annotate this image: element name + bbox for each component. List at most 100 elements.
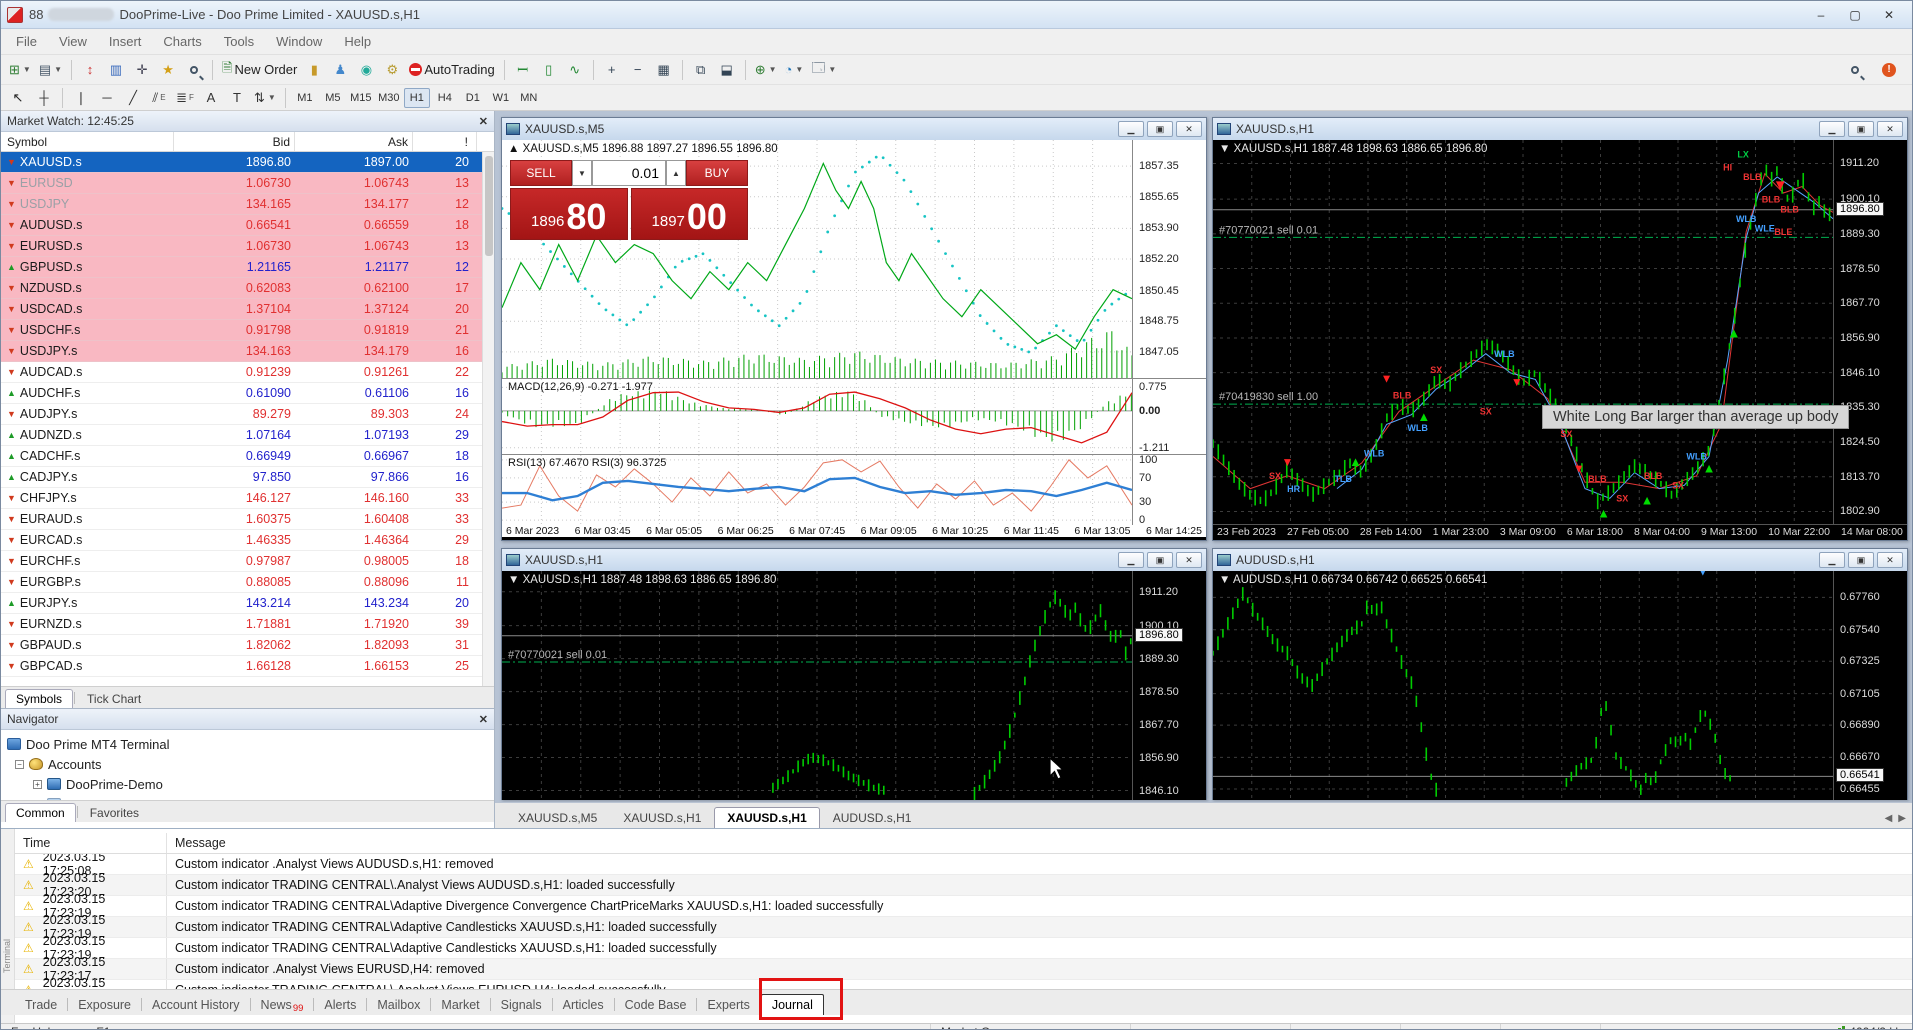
column-spread[interactable]: ! xyxy=(413,132,477,151)
market-watch-row-xauusd.s[interactable]: ▼XAUUSD.s1896.801897.0020 xyxy=(1,152,494,173)
experts-icon[interactable]: ⚙ xyxy=(380,59,404,81)
timeframe-h1[interactable]: H1 xyxy=(404,88,430,108)
market-book-icon[interactable]: ▮ xyxy=(302,59,326,81)
close-button[interactable]: ✕ xyxy=(1877,552,1903,568)
market-watch-row-audcad.s[interactable]: ▼AUDCAD.s0.912390.9126122 xyxy=(1,362,494,383)
market-watch-row-gbpaud.s[interactable]: ▼GBPAUD.s1.820621.8209331 xyxy=(1,635,494,656)
restore-button[interactable]: ▣ xyxy=(1848,552,1874,568)
market-watch-row-nzdusd.s[interactable]: ▼NZDUSD.s0.620830.6210017 xyxy=(1,278,494,299)
maximize-button[interactable]: ▢ xyxy=(1838,5,1872,25)
market-watch-row-usdjpy[interactable]: ▼USDJPY134.165134.17712 xyxy=(1,194,494,215)
market-watch-icon[interactable]: ↕ xyxy=(78,59,102,81)
chart-body[interactable]: #70770021 sell 0.011911.201900.101889.30… xyxy=(502,571,1206,800)
channel-icon[interactable]: ⫽E xyxy=(147,87,171,109)
horizontal-line-icon[interactable]: ─ xyxy=(95,87,119,109)
timeframe-m30[interactable]: M30 xyxy=(376,88,402,108)
close-button[interactable]: ✕ xyxy=(1176,121,1202,137)
menu-view[interactable]: View xyxy=(48,31,98,52)
text-icon[interactable]: A xyxy=(199,87,223,109)
minimize-button[interactable]: – xyxy=(1804,5,1838,25)
chart-tab-1[interactable]: XAUUSD.s,H1 xyxy=(610,807,714,828)
trendline-icon[interactable]: ╱ xyxy=(121,87,145,109)
terminal-tab-signals[interactable]: Signals xyxy=(491,995,552,1015)
market-watch-row-gbpusd.s[interactable]: ▲GBPUSD.s1.211651.2117712 xyxy=(1,257,494,278)
column-message[interactable]: Message xyxy=(167,836,1913,850)
tab-favorites[interactable]: Favorites xyxy=(79,803,150,822)
market-watch-row-eurgbp.s[interactable]: ▼EURGBP.s0.880850.8809611 xyxy=(1,572,494,593)
favorites-icon[interactable]: ★ xyxy=(156,59,180,81)
sell-price[interactable]: 189680 xyxy=(510,188,628,240)
profiles-icon[interactable]: ▤▼ xyxy=(36,59,65,81)
buy-button[interactable]: BUY xyxy=(686,160,748,186)
market-watch-row-usdchf.s[interactable]: ▼USDCHF.s0.917980.9181921 xyxy=(1,320,494,341)
terminal-tab-news[interactable]: News99 xyxy=(251,995,314,1015)
restore-button[interactable]: ▣ xyxy=(1147,552,1173,568)
indicators-icon[interactable]: ⊕▼ xyxy=(752,59,780,81)
scroll-right-icon[interactable]: ▶ xyxy=(1898,813,1906,824)
market-watch-row-audusd.s[interactable]: ▼AUDUSD.s0.665410.6655918 xyxy=(1,215,494,236)
lot-size-input[interactable]: 0.01 xyxy=(592,160,666,186)
market-watch-row-eurchf.s[interactable]: ▼EURCHF.s0.979870.9800518 xyxy=(1,551,494,572)
market-watch-scrollbar[interactable] xyxy=(482,152,494,686)
market-watch-row-audjpy.s[interactable]: ▼AUDJPY.s89.27989.30324 xyxy=(1,404,494,425)
candlestick-icon[interactable]: ▯ xyxy=(537,59,561,81)
column-symbol[interactable]: Symbol xyxy=(1,132,174,151)
close-button[interactable]: ✕ xyxy=(1872,5,1906,25)
tree-item-account-clipped[interactable]: + xyxy=(7,794,494,800)
close-icon[interactable]: ✕ xyxy=(479,713,488,726)
column-bid[interactable]: Bid xyxy=(174,132,295,151)
terminal-tab-code-base[interactable]: Code Base xyxy=(615,995,697,1015)
chart-window-audusd-s-h1[interactable]: AUDUSD.s,H1▁▣✕▼0.677600.675400.673250.67… xyxy=(1212,548,1908,800)
tree-item-account-demo[interactable]: + DooPrime-Demo xyxy=(7,774,494,794)
terminal-tab-market[interactable]: Market xyxy=(431,995,489,1015)
terminal-tab-alerts[interactable]: Alerts xyxy=(314,995,366,1015)
tab-common[interactable]: Common xyxy=(5,803,76,822)
market-watch-row-audnzd.s[interactable]: ▲AUDNZD.s1.071641.0719329 xyxy=(1,425,494,446)
tester-icon[interactable] xyxy=(182,59,206,81)
tab-tick-chart[interactable]: Tick Chart xyxy=(76,689,152,708)
minimize-button[interactable]: ▁ xyxy=(1819,121,1845,137)
close-button[interactable]: ✕ xyxy=(1877,121,1903,137)
chart-window-xauusd-s-h1[interactable]: XAUUSD.s,H1▁▣✕#70770021 sell 0.011911.20… xyxy=(501,548,1207,800)
terminal-tab-experts[interactable]: Experts xyxy=(697,995,759,1015)
line-chart-icon[interactable]: ∿ xyxy=(563,59,587,81)
column-ask[interactable]: Ask xyxy=(295,132,413,151)
sell-button[interactable]: SELL xyxy=(510,160,572,186)
chart-window-titlebar[interactable]: XAUUSD.s,H1▁▣✕ xyxy=(502,549,1206,571)
terminal-tab-trade[interactable]: Trade xyxy=(15,995,67,1015)
chart-window-xauusd-s-m5[interactable]: XAUUSD.s,M5▁▣✕1857.351855.651853.901852.… xyxy=(501,117,1207,541)
tile-windows-icon[interactable]: ▦ xyxy=(652,59,676,81)
timeframe-h4[interactable]: H4 xyxy=(432,88,458,108)
market-watch-row-usdjpy.s[interactable]: ▼USDJPY.s134.163134.17916 xyxy=(1,341,494,362)
signals-icon[interactable]: ♟ xyxy=(328,59,352,81)
market-watch-row-audchf.s[interactable]: ▲AUDCHF.s0.610900.6110616 xyxy=(1,383,494,404)
market-watch-row-eurcad.s[interactable]: ▼EURCAD.s1.463351.4636429 xyxy=(1,530,494,551)
restore-button[interactable]: ▣ xyxy=(1848,121,1874,137)
chart-tab-0[interactable]: XAUUSD.s,M5 xyxy=(505,807,610,828)
autotrading-icon[interactable]: AutoTrading xyxy=(406,59,497,81)
close-icon[interactable]: ✕ xyxy=(479,115,488,128)
crosshair-icon[interactable]: ┼ xyxy=(32,87,56,109)
restore-button[interactable]: ▣ xyxy=(1147,121,1173,137)
timeframe-w1[interactable]: W1 xyxy=(488,88,514,108)
minimize-button[interactable]: ▁ xyxy=(1118,121,1144,137)
market-watch-row-cadchf.s[interactable]: ▲CADCHF.s0.669490.6696718 xyxy=(1,446,494,467)
minimize-button[interactable]: ▁ xyxy=(1819,552,1845,568)
timeframe-mn[interactable]: MN xyxy=(516,88,542,108)
tree-item-terminal[interactable]: Doo Prime MT4 Terminal xyxy=(7,734,494,754)
templates-icon[interactable]: 🗔▼ xyxy=(808,59,839,81)
search-icon[interactable] xyxy=(1843,59,1867,81)
cascade-icon[interactable]: ⧉ xyxy=(689,59,713,81)
collapse-icon[interactable]: − xyxy=(15,760,24,769)
scroll-left-icon[interactable]: ◀ xyxy=(1885,813,1893,824)
menu-help[interactable]: Help xyxy=(333,31,382,52)
menu-window[interactable]: Window xyxy=(265,31,333,52)
arrows-icon[interactable]: ⇅▼ xyxy=(251,87,279,109)
zoom-in-icon[interactable]: + xyxy=(600,59,624,81)
bar-chart-icon[interactable]: 𝄩 xyxy=(511,59,535,81)
data-window-icon[interactable]: ▥ xyxy=(104,59,128,81)
timeframe-d1[interactable]: D1 xyxy=(460,88,486,108)
chart-body[interactable]: #70770021 sell 0.01#70419830 sell 1.00HI… xyxy=(1213,140,1907,539)
chart-body[interactable]: 1857.351855.651853.901852.201850.451848.… xyxy=(502,140,1206,537)
market-watch-row-gbpcad.s[interactable]: ▼GBPCAD.s1.661281.6615325 xyxy=(1,656,494,677)
